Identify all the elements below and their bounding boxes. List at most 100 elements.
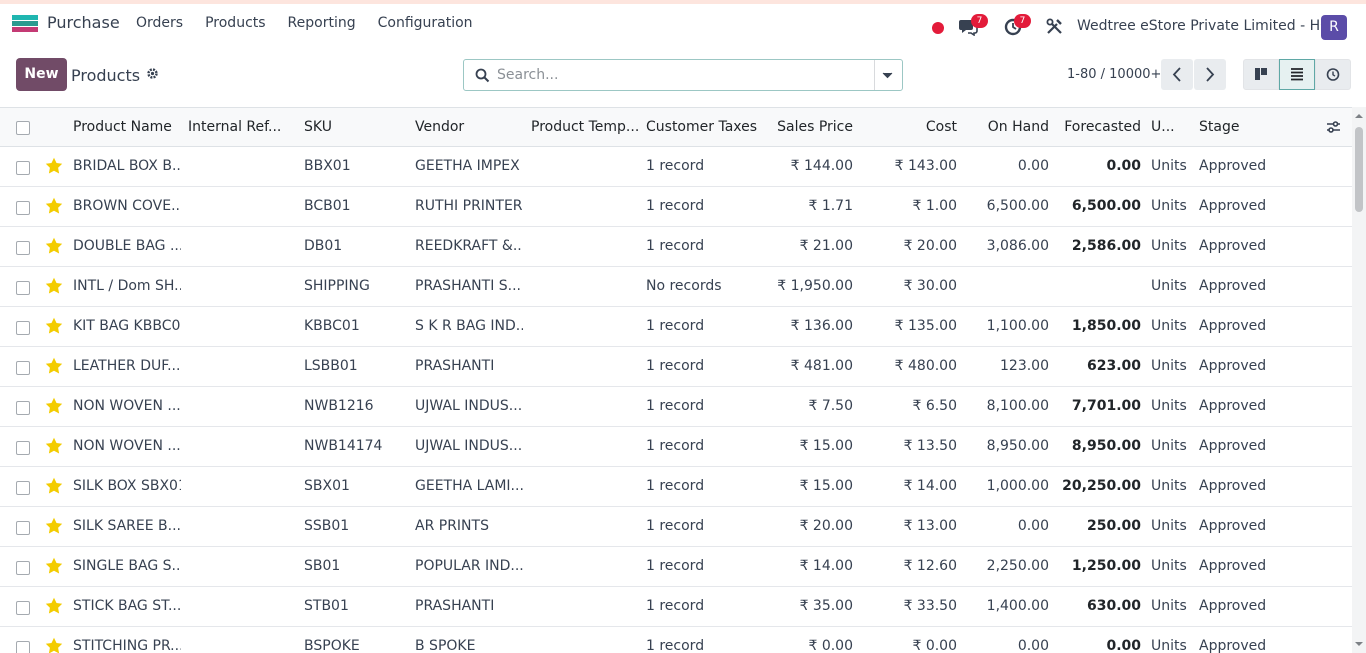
header-product-name[interactable]: Product Name [73,119,172,135]
cost-cell: ₹ 1.00 [912,198,957,214]
chevron-left-icon [1172,67,1181,82]
header-on-hand[interactable]: On Hand [961,119,1049,135]
pager-previous-button[interactable] [1161,59,1193,90]
status-dot-icon[interactable] [932,22,944,34]
vendor-cell: GEETHA LAMI... [415,478,523,494]
cost-cell: ₹ 12.60 [903,558,957,574]
user-avatar[interactable]: R [1321,15,1347,40]
on-hand-cell: 123.00 [1000,358,1049,374]
row-checkbox[interactable] [16,201,30,215]
row-checkbox[interactable] [16,361,30,375]
sku-cell: KBBC01 [304,318,360,334]
favorite-star-icon[interactable] [45,157,63,174]
row-checkbox[interactable] [16,281,30,295]
scrollbar-thumb[interactable] [1355,127,1363,212]
purchase-app-icon[interactable] [12,15,38,32]
on-hand-cell: 1,400.00 [986,598,1049,614]
search-options-caret-icon[interactable] [882,72,893,79]
new-button[interactable]: New [16,58,67,91]
sku-cell: SBX01 [304,478,350,494]
scroll-down-arrow-icon[interactable] [1354,641,1364,648]
header-internal-ref[interactable]: Internal Ref... [188,119,281,135]
forecasted-cell: 7,701.00 [1071,398,1141,414]
menu-products[interactable]: Products [205,15,265,31]
row-checkbox[interactable] [16,601,30,615]
stage-cell: Approved [1199,238,1267,254]
sales-price-cell: ₹ 20.00 [799,518,853,534]
activities-badge: 7 [1014,14,1031,28]
forecasted-cell: 20,250.00 [1062,478,1141,494]
row-checkbox[interactable] [16,561,30,575]
vendor-cell: UJWAL INDUS... [415,398,523,414]
row-checkbox[interactable] [16,641,30,653]
sku-cell: SSB01 [304,518,350,534]
favorite-star-icon[interactable] [45,597,63,614]
product-name-cell: LEATHER DUF... [73,358,181,374]
pager-next-button[interactable] [1194,59,1226,90]
row-checkbox[interactable] [16,321,30,335]
stage-cell: Approved [1199,398,1267,414]
row-checkbox[interactable] [16,521,30,535]
header-vendor[interactable]: Vendor [415,119,464,135]
favorite-star-icon[interactable] [45,197,63,214]
row-checkbox[interactable] [16,241,30,255]
forecasted-cell: 1,850.00 [1071,318,1141,334]
product-name-cell: BRIDAL BOX B... [73,158,181,174]
header-sales-price[interactable]: Sales Price [752,119,853,135]
app-name[interactable]: Purchase [47,13,120,32]
kanban-view-button[interactable] [1243,59,1279,90]
search-input[interactable]: Search... [497,67,558,83]
favorite-star-icon[interactable] [45,637,63,653]
menu-orders[interactable]: Orders [136,15,183,31]
select-all-checkbox[interactable] [16,121,30,135]
favorite-star-icon[interactable] [45,237,63,254]
scroll-up-arrow-icon[interactable] [1354,112,1364,119]
gear-icon[interactable] [146,67,159,80]
favorite-star-icon[interactable] [45,557,63,574]
row-checkbox[interactable] [16,161,30,175]
menu-reporting[interactable]: Reporting [288,15,356,31]
customer-taxes-cell: 1 record [646,558,705,574]
customer-taxes-cell: 1 record [646,638,705,653]
optional-columns-icon[interactable] [1326,120,1341,134]
favorite-star-icon[interactable] [45,277,63,294]
sales-price-cell: ₹ 15.00 [799,438,853,454]
uom-cell: Units [1151,518,1187,534]
favorite-star-icon[interactable] [45,397,63,414]
vendor-cell: PRASHANTI [415,358,495,374]
header-cost[interactable]: Cost [857,119,957,135]
vendor-cell: UJWAL INDUS... [415,438,523,454]
forecasted-cell: 0.00 [1106,638,1141,653]
header-forecasted[interactable]: Forecasted [1053,119,1141,135]
activity-view-button[interactable] [1315,59,1351,90]
favorite-star-icon[interactable] [45,357,63,374]
header-uom[interactable]: U... [1151,119,1175,135]
company-switcher[interactable]: Wedtree eStore Private Limited - HO [1077,18,1331,34]
uom-cell: Units [1151,318,1187,334]
favorite-star-icon[interactable] [45,317,63,334]
sku-cell: DB01 [304,238,343,254]
search-icon[interactable] [475,68,490,83]
favorite-star-icon[interactable] [45,517,63,534]
header-product-template[interactable]: Product Temp... [531,119,639,135]
tools-icon[interactable] [1046,18,1063,35]
row-checkbox[interactable] [16,401,30,415]
stage-cell: Approved [1199,158,1267,174]
favorite-star-icon[interactable] [45,437,63,454]
menu-configuration[interactable]: Configuration [378,15,473,31]
sales-price-cell: ₹ 15.00 [799,478,853,494]
header-stage[interactable]: Stage [1199,119,1239,135]
header-sku[interactable]: SKU [304,119,332,135]
uom-cell: Units [1151,438,1187,454]
stage-cell: Approved [1199,278,1267,294]
customer-taxes-cell: 1 record [646,158,705,174]
list-view-button[interactable] [1279,59,1315,90]
uom-cell: Units [1151,158,1187,174]
favorite-star-icon[interactable] [45,477,63,494]
row-checkbox[interactable] [16,481,30,495]
pager-value[interactable]: 1-80 / 10000+ [1067,67,1161,82]
sales-price-cell: ₹ 1,950.00 [777,278,853,294]
header-customer-taxes[interactable]: Customer Taxes [646,119,757,135]
row-checkbox[interactable] [16,441,30,455]
sku-cell: SB01 [304,558,341,574]
